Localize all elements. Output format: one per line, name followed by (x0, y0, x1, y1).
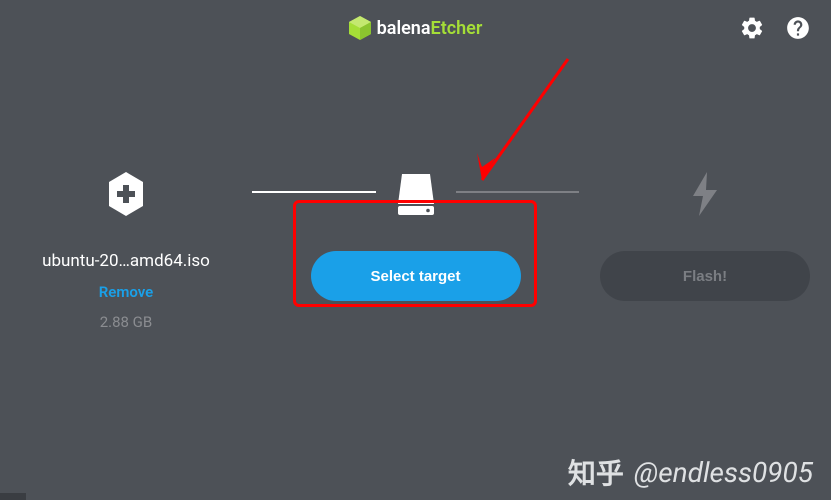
logo-text: balenaEtcher (377, 18, 483, 39)
balena-cube-icon (349, 16, 371, 40)
flash-button: Flash! (600, 251, 810, 301)
plus-hexagon-icon (106, 172, 146, 216)
drive-icon (396, 172, 436, 216)
select-target-button[interactable]: Select target (311, 251, 521, 301)
gear-icon[interactable] (739, 15, 765, 41)
app-logo: balenaEtcher (349, 16, 483, 40)
flash-bolt-icon (691, 172, 719, 216)
step-flash: Flash! (579, 171, 831, 301)
watermark-source: 知乎 (568, 452, 624, 492)
image-size: 2.88 GB (100, 313, 153, 331)
step-connector (456, 191, 580, 193)
watermark-handle: @endless0905 (634, 456, 813, 489)
selected-image-name: ubuntu-20…amd64.iso (42, 251, 210, 271)
remove-image-link[interactable]: Remove (99, 283, 154, 301)
bottom-bar-fragment (0, 493, 26, 500)
main-steps: ubuntu-20…amd64.iso Remove 2.88 GB Selec… (0, 56, 831, 331)
help-icon[interactable] (785, 15, 811, 41)
step-select-image: ubuntu-20…amd64.iso Remove 2.88 GB (0, 171, 252, 331)
watermark: 知乎 @endless0905 (568, 452, 813, 492)
app-header: balenaEtcher (0, 0, 831, 56)
